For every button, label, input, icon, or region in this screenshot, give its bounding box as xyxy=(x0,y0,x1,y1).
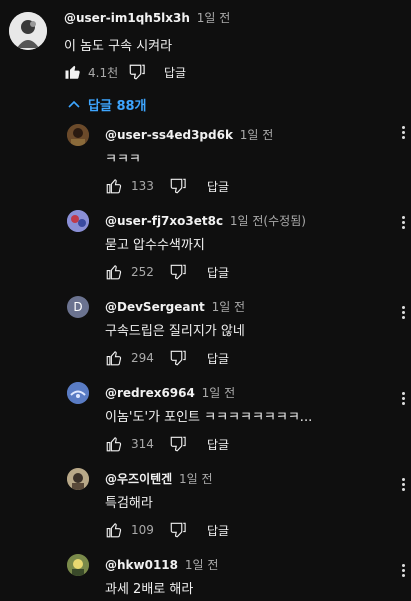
reply-comment: D @DevSergeant 1일 전 구속드립은 질리지가 않네 294 답글 xyxy=(0,292,411,378)
more-options-icon[interactable] xyxy=(399,216,407,229)
like-count: 314 xyxy=(131,437,154,451)
avatar[interactable] xyxy=(67,382,89,404)
comment-author[interactable]: @DevSergeant xyxy=(105,300,205,314)
comment-time[interactable]: 1일 전 xyxy=(240,128,274,142)
main-comment: @user-im1qh5lx3h 1일 전 이 놈도 구속 시켜라 4.1천 답… xyxy=(0,0,411,90)
comment-author[interactable]: @user-fj7xo3et8c xyxy=(105,214,223,228)
more-options-icon[interactable] xyxy=(399,306,407,319)
avatar[interactable] xyxy=(67,210,89,232)
replies-toggle[interactable]: 답글 88개 xyxy=(68,95,147,114)
reply-comment: @우즈이텐겐 1일 전 특검해라 109 답글 xyxy=(0,464,411,550)
more-options-icon[interactable] xyxy=(399,478,407,491)
reply-button[interactable]: 답글 xyxy=(164,64,186,81)
comment-time[interactable]: 1일 전(수정됨) xyxy=(230,214,306,228)
reply-button[interactable]: 답글 xyxy=(207,350,229,367)
comment-author[interactable]: @user-ss4ed3pd6k xyxy=(105,128,233,142)
comment-author[interactable]: @user-im1qh5lx3h xyxy=(64,11,190,25)
like-count: 109 xyxy=(131,523,154,537)
comment-text: 특검해라 xyxy=(105,496,153,511)
comment-time[interactable]: 1일 전 xyxy=(212,300,246,314)
avatar[interactable]: D xyxy=(67,296,89,318)
avatar-letter: D xyxy=(73,300,83,314)
thumbs-down-icon[interactable] xyxy=(167,519,189,541)
avatar[interactable] xyxy=(67,124,89,146)
comment-text: 이놈'도'가 포인트 ㅋㅋㅋㅋㅋㅋㅋㅋ... xyxy=(105,410,313,425)
chevron-up-icon xyxy=(68,97,80,112)
reply-comment: @hkw0118 1일 전 과세 2배로 해라 xyxy=(0,550,411,601)
comment-text: 구속드립은 질리지가 않네 xyxy=(105,324,245,339)
thumbs-up-icon[interactable] xyxy=(103,519,125,541)
more-options-icon[interactable] xyxy=(399,126,407,139)
comment-time[interactable]: 1일 전 xyxy=(197,11,231,25)
comment-author[interactable]: @우즈이텐겐 xyxy=(105,472,172,486)
like-count: 294 xyxy=(131,351,154,365)
comment-time[interactable]: 1일 전 xyxy=(202,386,236,400)
thumbs-down-icon[interactable] xyxy=(167,433,189,455)
thumbs-down-icon[interactable] xyxy=(167,175,189,197)
comment-time[interactable]: 1일 전 xyxy=(185,558,219,572)
reply-comment: @redrex6964 1일 전 이놈'도'가 포인트 ㅋㅋㅋㅋㅋㅋㅋㅋ... … xyxy=(0,378,411,464)
more-options-icon[interactable] xyxy=(399,392,407,405)
reply-comment: @user-ss4ed3pd6k 1일 전 ㅋㅋㅋ 133 답글 xyxy=(0,120,411,206)
thumbs-up-icon[interactable] xyxy=(103,347,125,369)
thumbs-up-icon[interactable] xyxy=(62,61,84,83)
thumbs-down-icon[interactable] xyxy=(167,261,189,283)
thumbs-down-icon[interactable] xyxy=(167,347,189,369)
thumbs-up-icon[interactable] xyxy=(103,175,125,197)
avatar[interactable] xyxy=(67,554,89,576)
like-count: 4.1천 xyxy=(88,65,119,80)
like-count: 252 xyxy=(131,265,154,279)
replies-count-label: 답글 88개 xyxy=(88,99,147,114)
like-count: 133 xyxy=(131,179,154,193)
avatar[interactable] xyxy=(67,468,89,490)
comment-text: 묻고 압수수색까지 xyxy=(105,238,205,253)
reply-comment: @user-fj7xo3et8c 1일 전(수정됨) 묻고 압수수색까지 252… xyxy=(0,206,411,292)
comment-text: 과세 2배로 해라 xyxy=(105,582,194,597)
avatar[interactable] xyxy=(9,12,47,50)
reply-button[interactable]: 답글 xyxy=(207,178,229,195)
thumbs-up-icon[interactable] xyxy=(103,261,125,283)
comment-author[interactable]: @redrex6964 xyxy=(105,386,195,400)
comment-text: 이 놈도 구속 시켜라 xyxy=(64,39,173,54)
thumbs-down-icon[interactable] xyxy=(126,61,148,83)
comment-text: ㅋㅋㅋ xyxy=(105,152,141,167)
reply-button[interactable]: 답글 xyxy=(207,522,229,539)
reply-button[interactable]: 답글 xyxy=(207,436,229,453)
comment-author[interactable]: @hkw0118 xyxy=(105,558,178,572)
more-options-icon[interactable] xyxy=(399,564,407,577)
reply-button[interactable]: 답글 xyxy=(207,264,229,281)
comment-time[interactable]: 1일 전 xyxy=(179,472,213,486)
thumbs-up-icon[interactable] xyxy=(103,433,125,455)
